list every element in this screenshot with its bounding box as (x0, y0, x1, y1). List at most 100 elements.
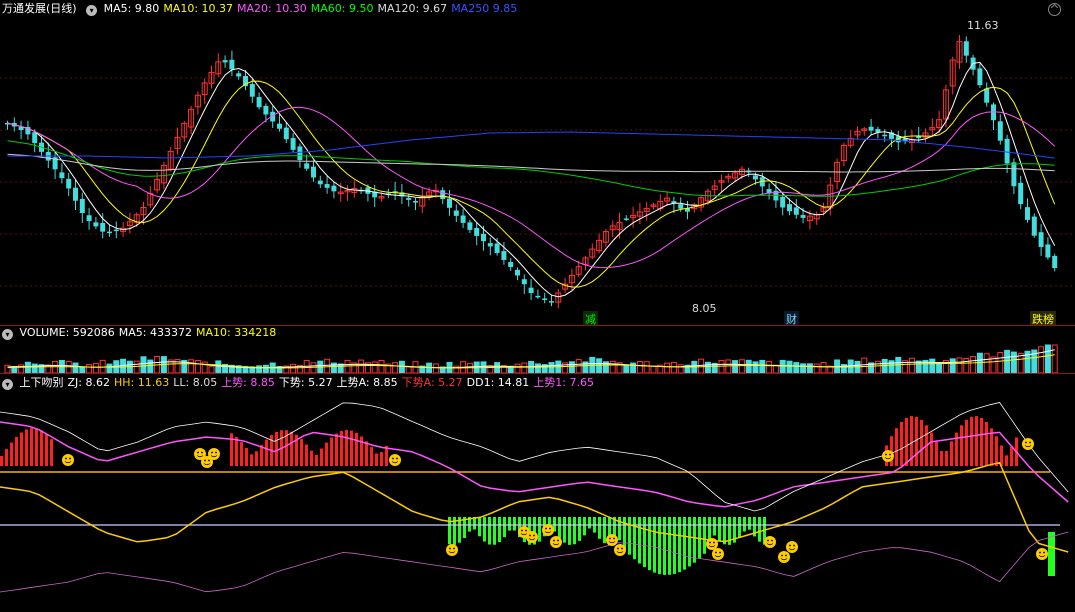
up-trend-bar (255, 451, 258, 466)
ma-indicator-0: MA5: 9.80 (103, 2, 160, 15)
volume-bar (650, 365, 657, 374)
volume-bar (86, 364, 93, 374)
volume-bar (772, 364, 779, 374)
ma-indicator-2: MA20: 10.30 (237, 2, 307, 15)
candle-body (1018, 182, 1024, 205)
ma20-line (7, 106, 1056, 269)
volume-bar (52, 360, 59, 374)
candle-body (623, 218, 629, 220)
candle-body (297, 146, 303, 160)
candle-body (868, 126, 874, 131)
up-trend-bar (245, 447, 248, 466)
candle-body (236, 73, 242, 77)
volume-bar (324, 358, 331, 374)
volume-bar (310, 362, 317, 374)
volume-bar (398, 360, 405, 374)
down-trend-bar (578, 517, 581, 541)
collapse-icon[interactable] (1048, 3, 1061, 16)
indicator-value-8: DD1: 14.81 (466, 376, 530, 389)
volume-bar (378, 359, 385, 374)
candle-body (229, 59, 235, 70)
indicator-value-1: ZJ: 8.62 (67, 376, 110, 389)
up-trend-bar (50, 439, 53, 466)
indicator-panel[interactable]: ▾ 上下吻别 ZJ: 8.62 HH: 11.63 LL: 8.05 上势: 8.85 下… (0, 374, 1075, 612)
volume-bar (45, 364, 52, 374)
volume-bar (194, 360, 201, 374)
up-trend-bar (25, 429, 28, 466)
candle-body (93, 222, 99, 227)
ma-indicator-4: MA120: 9.67 (377, 2, 448, 15)
volume-bar (521, 362, 528, 374)
volume-bar (970, 356, 977, 374)
candle-body (474, 227, 480, 236)
candle-body (59, 172, 65, 179)
volume-bar (983, 353, 990, 374)
up-trend-bar (275, 431, 278, 466)
chevron-down-icon[interactable]: ▾ (2, 329, 13, 340)
candle-body (86, 215, 92, 222)
chevron-down-icon[interactable]: ▾ (86, 5, 98, 16)
up-trend-bar (945, 450, 948, 466)
candlestick-chart[interactable] (0, 18, 1075, 325)
candle-body (66, 178, 72, 189)
high-price-label: 11.63 (967, 19, 999, 32)
up-trend-bar (230, 433, 233, 466)
candle-body (481, 233, 486, 242)
volume-bar (997, 352, 1004, 374)
candle-body (678, 204, 684, 209)
volume-bar (256, 365, 263, 374)
down-trend-bar (503, 517, 506, 538)
candle-body (542, 298, 548, 301)
smiley-icon (764, 536, 776, 548)
volume-bar (745, 359, 752, 374)
volume-bar (609, 360, 616, 374)
volume-panel[interactable]: ▾ VOLUME: 592086 MA5: 433372 MA10: 334218 (0, 326, 1075, 374)
candle-body (494, 243, 500, 253)
volume-bar (1051, 344, 1058, 374)
down-trend-bar (478, 517, 481, 537)
volume-bar-chart[interactable] (0, 344, 1075, 374)
volume-bar (861, 357, 868, 374)
up-trend-bar (45, 434, 48, 466)
down-trend-bar (598, 517, 601, 539)
up-trend-bar (40, 430, 43, 466)
up-trend-bar (315, 454, 318, 466)
volume-bar (432, 363, 439, 374)
candle-body (453, 210, 459, 216)
down-trend-bar (483, 517, 486, 542)
up-trend-bar (265, 439, 268, 466)
candle-body (997, 121, 1003, 141)
up-trend-bar (15, 436, 18, 466)
volume-bar (915, 360, 922, 374)
down-trend-bar (493, 517, 496, 545)
indicator-value-3: LL: 8.05 (173, 376, 218, 389)
volume-indicator-list: VOLUME: 592086 MA5: 433372 MA10: 334218 (20, 326, 281, 339)
volume-bar (147, 359, 154, 374)
indicator-chart[interactable] (0, 392, 1075, 612)
volume-bar (106, 363, 113, 374)
down-trend-bar (498, 517, 501, 543)
candle-body (256, 97, 262, 108)
candle-body (222, 60, 228, 63)
volume-bar (956, 357, 963, 374)
chevron-down-icon[interactable]: ▾ (2, 379, 13, 390)
volume-bar (344, 359, 351, 374)
candle-body (916, 136, 922, 139)
up-trend-bar (235, 437, 238, 466)
volume-bar (800, 363, 807, 374)
down-trend-bar (623, 517, 626, 550)
up-trend-bar (895, 428, 898, 466)
candle-body (79, 199, 85, 213)
volume-bar (188, 359, 195, 374)
volume-bar (358, 359, 365, 374)
ma-indicator-5: MA250 9.85 (451, 2, 518, 15)
volume-bar (670, 361, 677, 374)
candle-body (521, 279, 527, 285)
up-trend-bar (365, 441, 368, 466)
smiley-icon (786, 541, 798, 553)
smiley-icon (526, 531, 538, 543)
price-panel[interactable]: 万通发展(日线) ▾ MA5: 9.80 MA10: 10.37 MA20: 10.… (0, 0, 1075, 327)
volume-bar (704, 361, 711, 374)
volume-indicator-0: VOLUME: 592086 (19, 326, 115, 339)
candle-body (800, 215, 806, 218)
